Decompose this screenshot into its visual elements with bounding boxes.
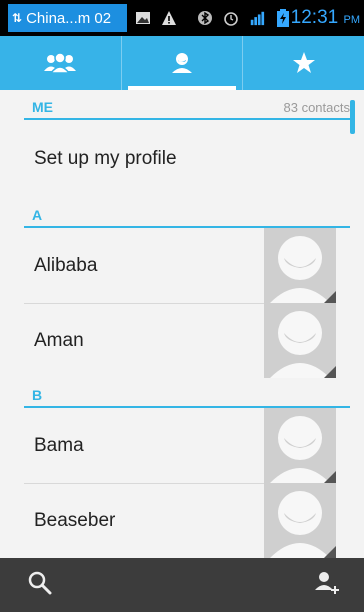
- contact-list[interactable]: ME 83 contacts Set up my profile A Aliba…: [0, 90, 364, 558]
- section-header-a: A: [24, 198, 350, 228]
- alarm-icon: [223, 10, 239, 26]
- tab-groups[interactable]: [0, 36, 121, 90]
- contact-count: 83 contacts: [283, 100, 351, 115]
- warning-icon: [161, 10, 177, 26]
- search-icon: [28, 571, 52, 594]
- avatar[interactable]: [264, 408, 336, 483]
- contact-row[interactable]: Beaseber: [0, 483, 364, 558]
- clock-time: 12:31: [290, 7, 339, 28]
- contact-name: Beaseber: [34, 509, 116, 531]
- tab-favorites[interactable]: [242, 36, 364, 90]
- clock-ampm: PM: [343, 14, 361, 26]
- contact-name: Bama: [34, 434, 84, 456]
- add-contact-icon: [315, 571, 339, 594]
- battery-icon: [275, 9, 291, 27]
- tab-bar: [0, 36, 364, 90]
- section-header-b: B: [24, 378, 350, 408]
- clock: 12:31 PM: [291, 7, 360, 29]
- section-header-me: ME 83 contacts: [24, 90, 350, 120]
- section-title: ME: [32, 99, 53, 115]
- contact-row[interactable]: Bama: [0, 408, 364, 483]
- bluetooth-icon: [197, 10, 213, 26]
- groups-icon: [44, 52, 77, 74]
- tab-contacts[interactable]: [120, 36, 243, 90]
- avatar[interactable]: [264, 483, 336, 558]
- star-icon: [292, 52, 315, 73]
- carrier-notification[interactable]: ⇅ China...m 02: [8, 4, 127, 32]
- avatar[interactable]: [264, 303, 336, 378]
- contact-name: Aman: [34, 329, 84, 351]
- signal-icon: [249, 10, 265, 26]
- person-icon: [172, 53, 192, 73]
- carrier-label: China...m 02: [26, 9, 112, 27]
- avatar[interactable]: [264, 228, 336, 303]
- search-button[interactable]: [28, 571, 52, 600]
- bottom-action-bar: [0, 558, 364, 612]
- contact-name: Alibaba: [34, 254, 98, 276]
- section-title: B: [32, 387, 43, 403]
- status-bar: ⇅ China...m 02 12:31 PM: [0, 0, 364, 36]
- set-up-profile-row[interactable]: Set up my profile: [0, 120, 364, 198]
- sync-icon: ⇅: [12, 11, 23, 25]
- add-contact-button[interactable]: [314, 571, 340, 600]
- contact-row[interactable]: Aman: [0, 303, 364, 378]
- contact-row[interactable]: Alibaba: [0, 228, 364, 303]
- image-icon: [135, 10, 151, 26]
- section-title: A: [32, 207, 43, 223]
- scrollbar-thumb[interactable]: [350, 100, 355, 134]
